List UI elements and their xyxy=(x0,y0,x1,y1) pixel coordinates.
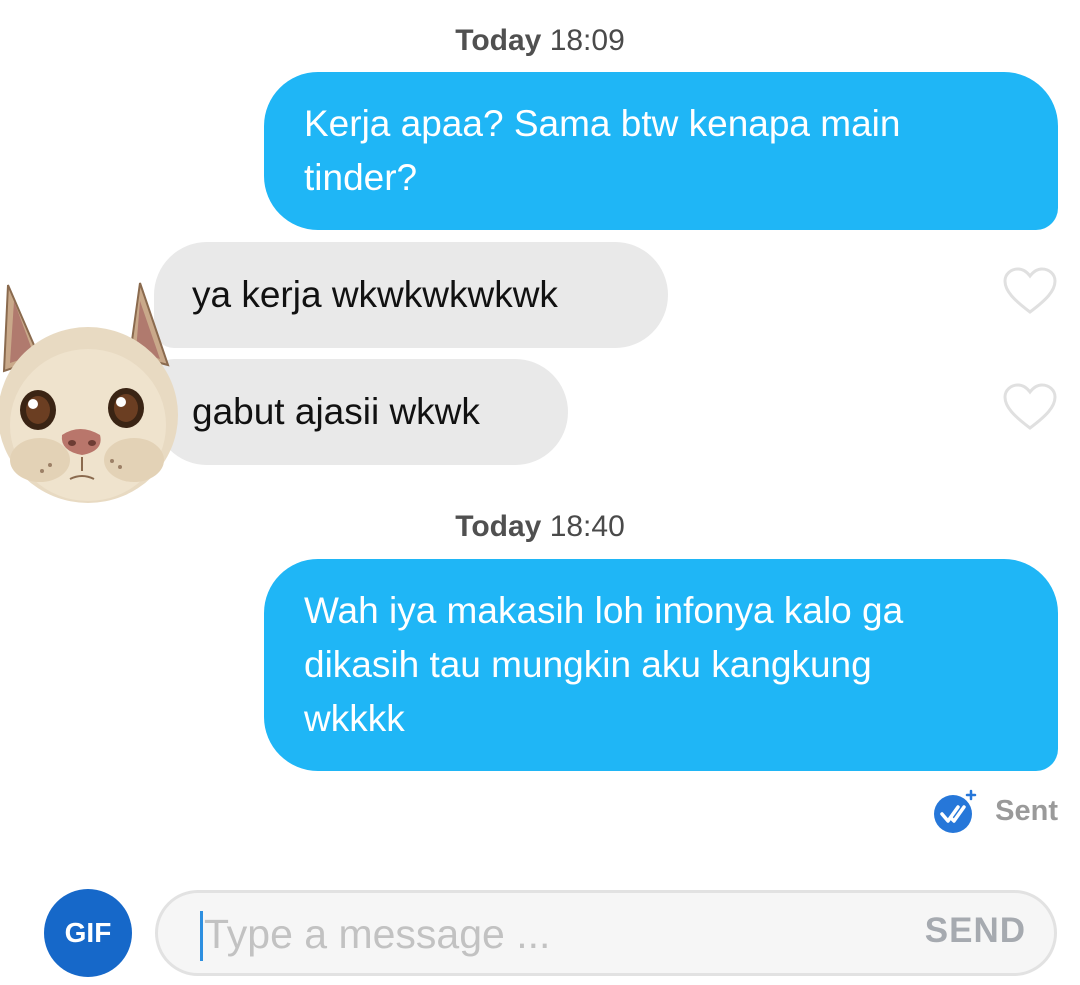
chat-screen: Today 18:09 Kerja apaa? Sama btw kenapa … xyxy=(0,0,1080,985)
gif-label: GIF xyxy=(64,917,112,948)
outgoing-message[interactable]: Kerja apaa? Sama btw kenapa main tinder? xyxy=(264,72,1058,230)
message-composer: SEND xyxy=(155,890,1057,976)
timestamp-time: 18:40 xyxy=(549,510,625,543)
text-cursor xyxy=(200,911,203,961)
incoming-message[interactable]: gabut ajasii wkwk xyxy=(154,359,568,465)
like-heart-icon[interactable] xyxy=(1002,266,1058,316)
message-line: dikasih tau mungkin aku kangkung xyxy=(304,644,872,685)
message-text: gabut ajasii wkwk xyxy=(192,391,480,432)
timestamp: Today 18:40 xyxy=(0,510,1080,544)
timestamp: Today 18:09 xyxy=(0,24,1080,58)
timestamp-day: Today xyxy=(455,24,542,57)
outgoing-message[interactable]: Wah iya makasih loh infonya kalo ga dika… xyxy=(264,559,1058,771)
sent-status: Sent xyxy=(931,788,1058,834)
incoming-message[interactable]: ya kerja wkwkwkwkwk xyxy=(154,242,668,348)
send-button[interactable]: SEND xyxy=(925,911,1026,951)
message-text: Wah iya makasih loh infonya kalo ga dika… xyxy=(304,584,903,746)
message-line: tinder? xyxy=(304,157,418,198)
message-input[interactable] xyxy=(204,901,904,967)
timestamp-time: 18:09 xyxy=(549,24,625,57)
timestamp-day: Today xyxy=(455,510,542,543)
like-heart-icon[interactable] xyxy=(1002,382,1058,432)
message-text: Kerja apaa? Sama btw kenapa main tinder? xyxy=(304,97,900,205)
message-line: Wah iya makasih loh infonya kalo ga xyxy=(304,590,904,631)
message-line: wkkkk xyxy=(304,698,405,739)
sent-label: Sent xyxy=(995,794,1058,827)
match-avatar[interactable] xyxy=(0,275,182,507)
message-line: Kerja apaa? Sama btw kenapa main xyxy=(304,103,901,144)
message-text: ya kerja wkwkwkwkwk xyxy=(192,274,558,315)
gif-button[interactable]: GIF xyxy=(44,889,132,977)
double-check-icon xyxy=(934,789,977,833)
